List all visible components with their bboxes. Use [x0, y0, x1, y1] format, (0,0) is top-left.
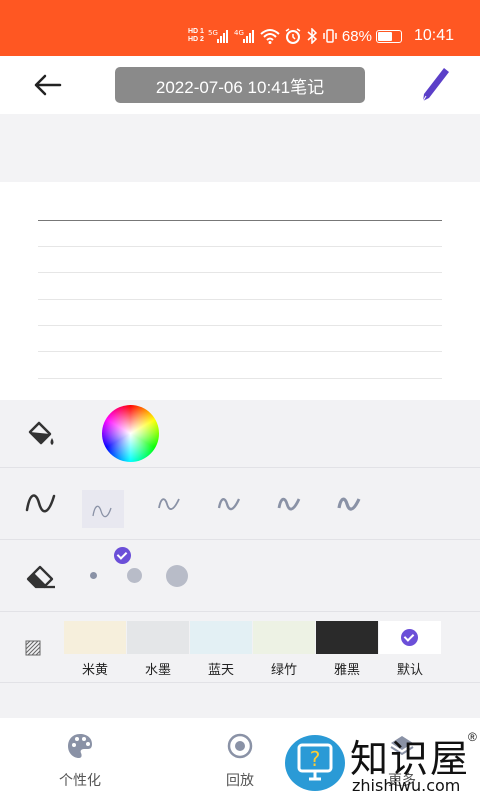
background-swatch-label: 水墨	[144, 662, 171, 677]
signal-5g-icon: 5G	[208, 28, 230, 44]
texture-icon	[25, 640, 41, 661]
status-bar: HD 1 HD 2 5G 4G 68% 10:41	[0, 0, 480, 56]
svg-text:5G: 5G	[208, 29, 218, 37]
battery-icon	[375, 29, 402, 43]
pen-style-option-3[interactable]	[212, 487, 248, 517]
pen-style-option-5[interactable]	[332, 487, 368, 517]
battery-percent: 68%	[341, 27, 372, 45]
background-swatch[interactable]	[253, 621, 315, 654]
brush-size-medium[interactable]	[127, 568, 142, 583]
paper-line	[38, 351, 442, 352]
playback-icon	[227, 733, 253, 759]
watermark-reg-mark: ®	[468, 730, 477, 744]
sim-indicator: HD 1 HD 2	[188, 28, 204, 44]
paper-line	[38, 325, 442, 326]
wifi-icon	[260, 28, 280, 44]
brush-size-large[interactable]	[166, 565, 188, 587]
background-swatch-label: 雅黑	[333, 662, 360, 677]
paper-line	[38, 272, 442, 273]
top-bar: 2022-07-06 10:41笔记	[0, 56, 480, 114]
nav-personalize[interactable]: 个性化	[40, 732, 120, 790]
background-swatch[interactable]	[316, 621, 378, 654]
note-canvas[interactable]	[0, 182, 480, 400]
nav-playback-label: 回放	[226, 772, 254, 788]
background-swatch[interactable]	[127, 621, 189, 654]
background-swatch[interactable]	[190, 621, 252, 654]
status-icons: HD 1 HD 2 5G 4G 68% 10:41	[188, 22, 454, 50]
background-swatch-label: 绿竹	[270, 662, 297, 677]
header-spacer	[0, 114, 480, 182]
back-arrow-icon	[34, 74, 62, 96]
back-button[interactable]	[30, 68, 66, 102]
paper-line	[38, 299, 442, 300]
paper-line	[38, 246, 442, 247]
background-swatch-label: 默认	[396, 662, 423, 677]
battery-box	[375, 29, 402, 43]
palette-icon	[68, 734, 92, 758]
pen-style-option-2[interactable]	[152, 487, 188, 517]
sim1-label: HD 1	[187, 28, 204, 35]
nav-personalize-label: 个性化	[59, 772, 101, 788]
watermark-badge-icon: ?	[282, 732, 348, 794]
watermark-url: zhishiwu.com	[352, 776, 461, 795]
vibrate-icon	[322, 28, 338, 44]
background-swatch[interactable]	[64, 621, 126, 654]
pen-icon	[422, 68, 449, 102]
note-title[interactable]: 2022-07-06 10:41笔记	[115, 67, 365, 103]
signal-4g-icon: 4G	[234, 28, 256, 44]
color-row	[0, 400, 480, 468]
watermark: ? 知识屋 ® zhishiwu.com	[282, 728, 480, 798]
brush-size-row	[0, 540, 480, 612]
pen-style-option-1[interactable]	[82, 490, 124, 528]
selected-check-icon	[401, 629, 418, 646]
brush-size-small[interactable]	[90, 572, 97, 579]
pen-style-row	[0, 468, 480, 564]
edit-pen-button[interactable]	[418, 66, 452, 104]
battery-fill	[377, 31, 392, 41]
pen-style-option-4[interactable]	[272, 487, 308, 517]
background-row: 米黄 水墨 蓝天 绿竹 雅黑 默认	[0, 612, 480, 683]
background-swatch[interactable]	[379, 621, 441, 654]
alarm-icon	[284, 28, 302, 44]
svg-text:4G: 4G	[234, 29, 244, 37]
paint-bucket-icon	[24, 420, 58, 455]
background-swatch-label: 米黄	[81, 662, 108, 677]
eraser-icon	[24, 562, 58, 595]
paper-line	[38, 220, 442, 221]
app-root: HD 1 HD 2 5G 4G 68% 10:41 2022-07-06 10:…	[0, 0, 480, 800]
tool-panel: 米黄 水墨 蓝天 绿竹 雅黑 默认	[0, 400, 480, 718]
nav-playback[interactable]: 回放	[200, 732, 280, 790]
bluetooth-icon	[306, 28, 318, 44]
sim2-label: HD 2	[187, 36, 204, 43]
stroke-style-icon	[24, 490, 58, 521]
svg-text:?: ?	[310, 747, 321, 771]
paper-line	[38, 378, 442, 379]
watermark-title: 知识屋	[350, 737, 471, 781]
clock: 10:41	[413, 27, 454, 44]
background-swatch-label: 蓝天	[207, 662, 234, 677]
color-picker-wheel[interactable]	[102, 405, 159, 462]
